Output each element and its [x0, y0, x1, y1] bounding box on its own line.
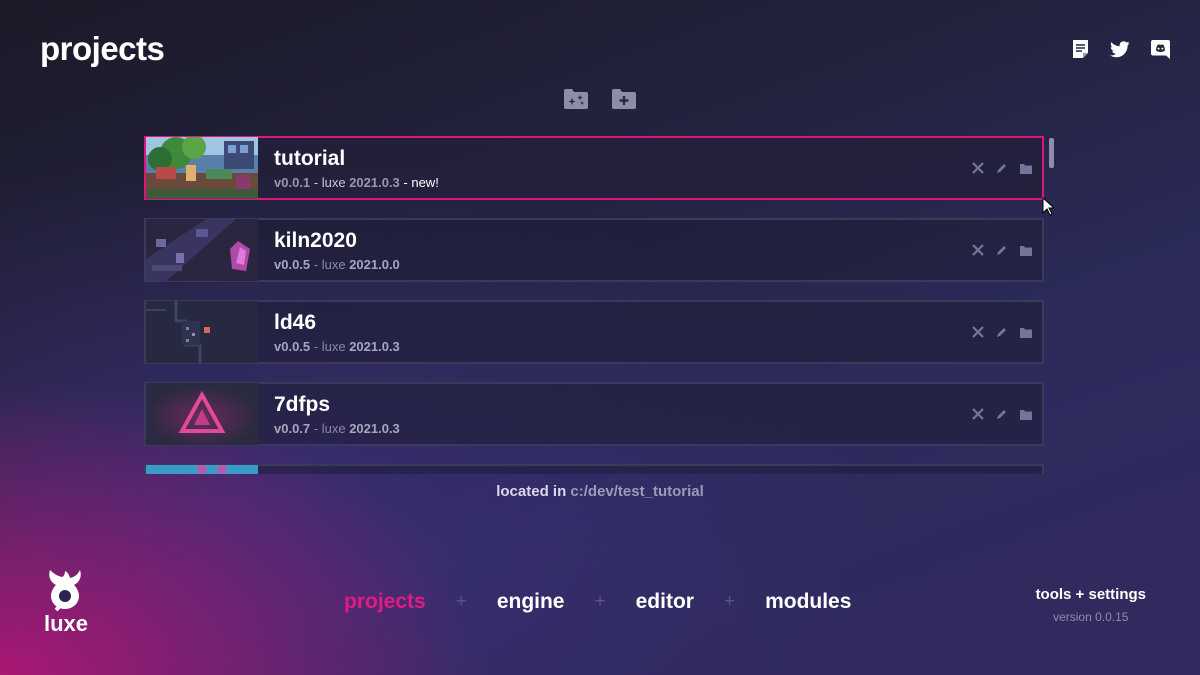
remove-project-icon[interactable] [972, 244, 984, 256]
project-thumbnail [146, 465, 258, 474]
project-thumbnail [146, 137, 258, 199]
nav-separator: + [723, 591, 736, 612]
luxe-logo-text: luxe [44, 611, 89, 636]
app-version: version 0.0.15 [1053, 610, 1129, 624]
discord-icon[interactable] [1150, 38, 1170, 60]
edit-project-icon[interactable] [996, 326, 1008, 338]
list-scrollbar[interactable] [1049, 138, 1054, 168]
nav-separator: + [455, 591, 467, 612]
project-row-partial[interactable] [144, 464, 1044, 474]
notes-icon[interactable] [1070, 38, 1090, 60]
project-row-ld46[interactable]: ld46 v0.0.5 - luxe 2021.0.3 [144, 300, 1044, 364]
project-meta: v0.0.1 - luxe 2021.0.3 - new! [274, 174, 439, 190]
mouse-cursor-icon [1042, 196, 1056, 221]
tools-settings: tools + settings version 0.0.15 [1036, 586, 1146, 624]
project-location: located in c:/dev/test_tutorial [496, 483, 704, 500]
open-folder-icon[interactable] [1020, 162, 1032, 174]
nav-separator: + [594, 591, 606, 612]
add-project-folder-icon[interactable] [611, 88, 637, 112]
project-row-kiln2020[interactable]: kiln2020 v0.0.5 - luxe 2021.0.0 [144, 218, 1044, 282]
project-meta: v0.0.5 - luxe 2021.0.0 [274, 256, 400, 272]
project-name: tutorial [274, 146, 346, 170]
project-row-tutorial[interactable]: tutorial v0.0.1 - luxe 2021.0.3 - new! [144, 136, 1044, 200]
nav-engine[interactable]: engine [497, 590, 565, 614]
open-folder-icon[interactable] [1020, 326, 1032, 338]
remove-project-icon[interactable] [972, 162, 984, 174]
project-name: ld46 [274, 310, 317, 334]
new-project-from-template-icon[interactable] [563, 88, 589, 112]
project-name: 7dfps [274, 392, 331, 416]
nav-modules[interactable]: modules [765, 590, 851, 614]
edit-project-icon[interactable] [996, 408, 1008, 420]
project-thumbnail [146, 383, 258, 445]
nav-editor[interactable]: editor [636, 590, 694, 614]
project-meta: v0.0.7 - luxe 2021.0.3 [274, 420, 400, 436]
project-meta: v0.0.5 - luxe 2021.0.3 [274, 338, 400, 354]
twitter-icon[interactable] [1110, 38, 1130, 60]
nav-projects[interactable]: projects [344, 590, 426, 614]
project-name: kiln2020 [274, 228, 357, 252]
project-list[interactable]: tutorial v0.0.1 - luxe 2021.0.3 - new! k… [144, 136, 1046, 474]
remove-project-icon[interactable] [972, 326, 984, 338]
bottom-nav: projects + engine + editor + modules [344, 590, 851, 614]
project-thumbnail [146, 219, 258, 281]
project-actions [563, 88, 637, 112]
edit-project-icon[interactable] [996, 162, 1008, 174]
open-folder-icon[interactable] [1020, 244, 1032, 256]
open-folder-icon[interactable] [1020, 408, 1032, 420]
page-title: projects [40, 30, 165, 67]
edit-project-icon[interactable] [996, 244, 1008, 256]
tools-settings-button[interactable]: tools + settings [1036, 586, 1146, 603]
location-path: c:/dev/test_tutorial [570, 483, 704, 500]
project-row-7dfps[interactable]: 7dfps v0.0.7 - luxe 2021.0.3 [144, 382, 1044, 446]
remove-project-icon[interactable] [972, 408, 984, 420]
project-thumbnail [146, 301, 258, 363]
top-icon-bar [1070, 38, 1170, 60]
